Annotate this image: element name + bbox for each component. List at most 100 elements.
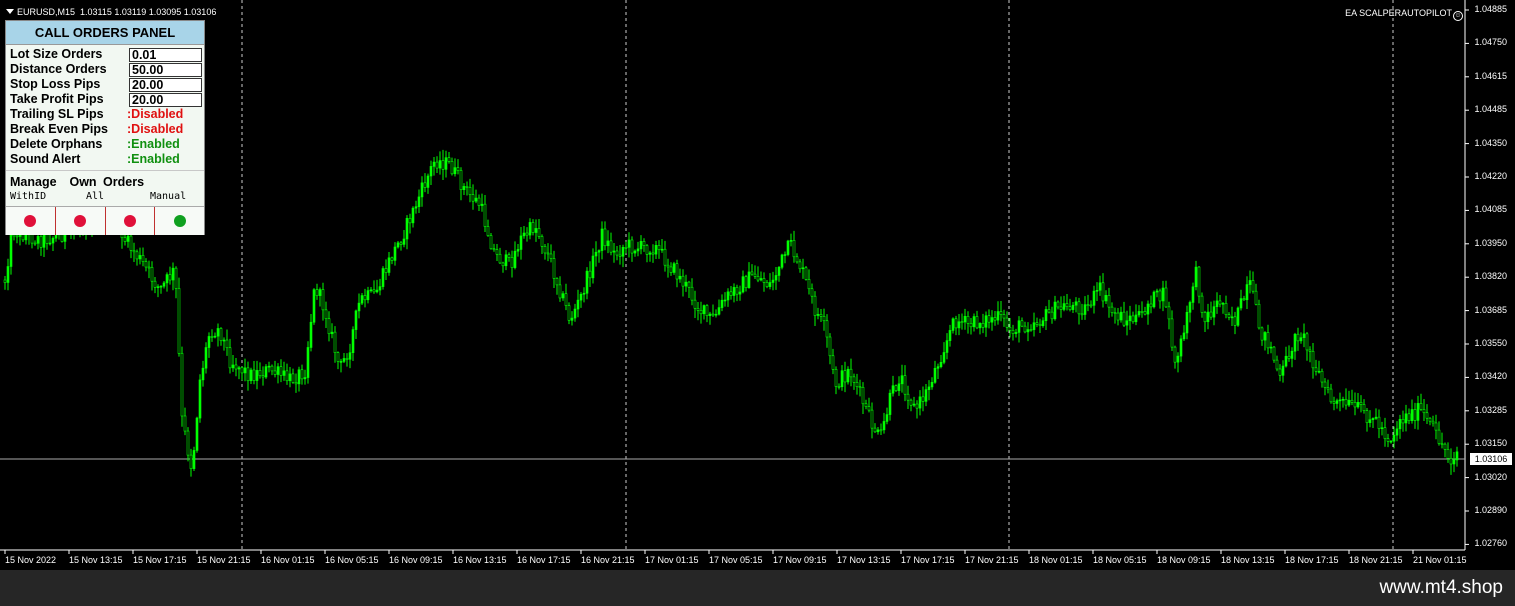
candle-body xyxy=(1068,306,1072,310)
candle-body xyxy=(621,247,625,257)
candle-body xyxy=(987,315,991,323)
candle-body xyxy=(1059,306,1063,310)
candle-body xyxy=(135,251,139,260)
distance-input[interactable]: 50.00 xyxy=(129,63,202,77)
candle-body xyxy=(1233,316,1237,326)
candle-body xyxy=(1107,295,1111,308)
candle-body xyxy=(1341,399,1345,401)
candle-body xyxy=(660,248,664,251)
candle-body xyxy=(1023,325,1027,333)
stop-loss-input[interactable]: 20.00 xyxy=(129,78,202,92)
symbol-header: EURUSD,M15 1.03115 1.03119 1.03095 1.031… xyxy=(6,7,216,17)
candle-body xyxy=(1101,282,1105,302)
candle-body xyxy=(39,236,43,248)
candle-body xyxy=(762,278,766,283)
candle-body xyxy=(855,382,859,388)
candle-body xyxy=(1119,311,1123,321)
candle-body xyxy=(1434,422,1438,431)
trailing-sl-status[interactable]: :Disabled xyxy=(127,107,183,122)
price-chart[interactable] xyxy=(0,0,1515,570)
time-tick-label: 15 Nov 2022 xyxy=(5,555,57,565)
break-even-row[interactable]: Break Even Pips :Disabled xyxy=(6,122,204,137)
candle-body xyxy=(1224,303,1228,316)
candle-body xyxy=(357,302,361,312)
price-tick-label: 1.04615 xyxy=(1474,70,1507,81)
candle-body xyxy=(810,288,814,297)
candle-body xyxy=(1404,413,1408,424)
candle-body xyxy=(240,367,244,374)
candle-body xyxy=(1173,346,1177,363)
candle-body xyxy=(786,240,790,255)
manual-toggle-button[interactable] xyxy=(105,207,156,235)
candle-body xyxy=(462,186,466,191)
candle-body xyxy=(153,280,157,288)
candle-body xyxy=(936,366,940,369)
candle-body xyxy=(711,313,715,316)
sound-alert-status[interactable]: :Enabled xyxy=(127,152,180,167)
delete-orphans-row[interactable]: Delete Orphans :Enabled xyxy=(6,137,204,152)
time-tick-label: 17 Nov 05:15 xyxy=(709,555,763,565)
candle-body xyxy=(192,450,196,469)
manage-options-row: WithID All Manual xyxy=(6,190,204,204)
candle-body xyxy=(165,274,169,284)
candle-body xyxy=(1050,311,1054,320)
candle-body xyxy=(33,242,37,245)
price-tick-label: 1.03020 xyxy=(1474,471,1507,482)
candle-body xyxy=(1011,330,1015,334)
candle-body xyxy=(414,206,418,209)
time-tick-label: 18 Nov 17:15 xyxy=(1285,555,1339,565)
candle-body xyxy=(1440,443,1444,445)
candle-body xyxy=(246,367,250,382)
withid-toggle-button[interactable] xyxy=(6,207,56,235)
lot-size-input[interactable]: 0.01 xyxy=(129,48,202,62)
candle-body xyxy=(771,279,775,283)
candle-body xyxy=(942,352,946,363)
candle-body xyxy=(945,340,949,353)
candle-body xyxy=(1047,309,1051,313)
candle-body xyxy=(1080,313,1084,316)
candle-body xyxy=(1164,287,1168,308)
time-tick-label: 15 Nov 17:15 xyxy=(133,555,187,565)
candle-body xyxy=(840,370,844,388)
candle-body xyxy=(234,364,238,370)
candle-body xyxy=(339,361,343,363)
candle-body xyxy=(570,317,574,321)
candle-body xyxy=(219,328,223,341)
candle-body xyxy=(1167,306,1171,320)
candle-body xyxy=(1155,290,1159,293)
candle-body xyxy=(162,282,166,287)
candle-body xyxy=(933,368,937,383)
sound-alert-row[interactable]: Sound Alert :Enabled xyxy=(6,152,204,167)
candle-body xyxy=(1104,295,1108,302)
candle-body xyxy=(1176,355,1180,363)
candle-body xyxy=(318,289,322,296)
chart-area[interactable]: EURUSD,M15 1.03115 1.03119 1.03095 1.031… xyxy=(0,0,1515,570)
candle-body xyxy=(777,267,781,276)
candle-body xyxy=(492,248,496,251)
candle-body xyxy=(909,399,913,406)
candle-body xyxy=(48,242,52,245)
candle-body xyxy=(1179,338,1183,357)
time-tick-label: 17 Nov 17:15 xyxy=(901,555,955,565)
candle-body xyxy=(999,311,1003,315)
candle-body xyxy=(213,335,217,338)
candle-body xyxy=(1326,387,1330,390)
take-profit-input[interactable]: 20.00 xyxy=(129,93,202,107)
trailing-sl-row[interactable]: Trailing SL Pips :Disabled xyxy=(6,107,204,122)
all-toggle-button[interactable] xyxy=(55,207,106,235)
candle-body xyxy=(1353,402,1357,408)
time-tick-label: 17 Nov 13:15 xyxy=(837,555,891,565)
candle-body xyxy=(975,316,979,329)
break-even-status[interactable]: :Disabled xyxy=(127,122,183,137)
delete-orphans-status[interactable]: :Enabled xyxy=(127,137,180,152)
candle-body xyxy=(1209,311,1213,318)
dropdown-triangle-icon[interactable] xyxy=(6,9,14,14)
enabled-toggle-button[interactable] xyxy=(155,207,204,235)
candle-body xyxy=(819,314,823,317)
candle-body xyxy=(435,161,439,169)
candle-body xyxy=(1380,427,1384,429)
candle-body xyxy=(1083,304,1087,315)
candle-body xyxy=(45,234,49,244)
candle-body xyxy=(1452,459,1456,465)
candle-body xyxy=(6,266,10,283)
